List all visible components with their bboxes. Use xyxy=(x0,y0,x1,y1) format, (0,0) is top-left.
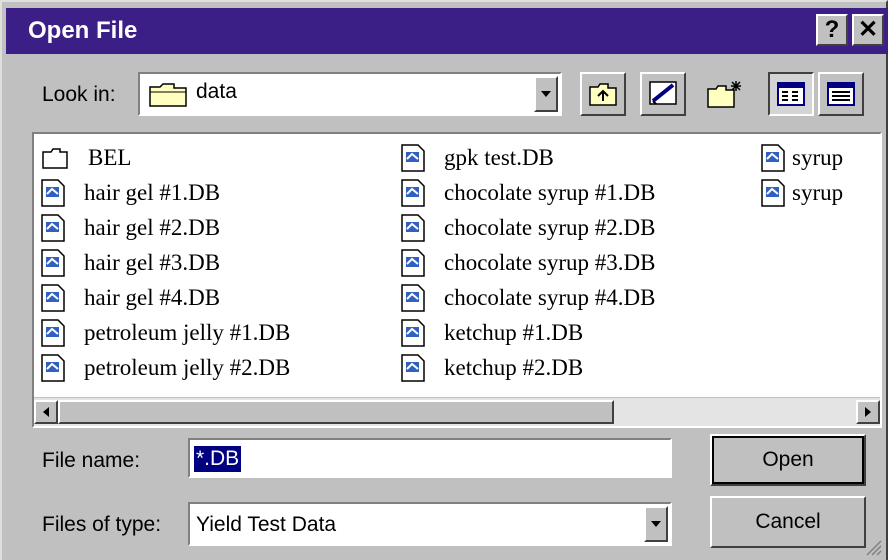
chevron-left-icon xyxy=(43,407,49,417)
database-file-icon xyxy=(41,213,65,242)
database-file-icon xyxy=(401,353,425,382)
file-item[interactable]: ketchup #1.DB xyxy=(400,315,655,350)
details-view-button[interactable] xyxy=(818,72,864,116)
details-view-icon xyxy=(827,82,855,106)
file-item[interactable]: syrup xyxy=(760,140,843,175)
file-name-value: *.DB xyxy=(194,446,242,472)
file-item[interactable]: syrup xyxy=(760,175,843,210)
file-name: chocolate syrup #2.DB xyxy=(444,214,656,240)
cancel-button-label: Cancel xyxy=(755,510,821,533)
up-one-level-icon xyxy=(589,83,617,106)
file-item[interactable]: gpk test.DB xyxy=(400,140,655,175)
list-view-button[interactable] xyxy=(768,72,814,116)
database-file-icon xyxy=(401,283,425,312)
file-type-dropdown[interactable]: Yield Test Data xyxy=(188,502,672,546)
file-name: syrup xyxy=(792,144,844,170)
look-in-value: data xyxy=(196,80,237,103)
file-name: chocolate syrup #4.DB xyxy=(444,284,656,310)
database-file-icon xyxy=(401,178,425,207)
scroll-right-button[interactable] xyxy=(856,400,880,424)
file-name: hair gel #3.DB xyxy=(84,249,221,275)
file-name: ketchup #2.DB xyxy=(444,354,584,380)
file-name: petroleum jelly #1.DB xyxy=(84,319,291,345)
resize-grip-icon[interactable] xyxy=(862,536,882,556)
file-name: chocolate syrup #3.DB xyxy=(444,249,656,275)
file-name: BEL xyxy=(88,144,132,170)
folder-item[interactable]: BEL xyxy=(40,140,290,175)
chevron-down-icon xyxy=(541,91,551,97)
file-item[interactable]: hair gel #1.DB xyxy=(40,175,290,210)
file-name: hair gel #1.DB xyxy=(84,179,221,205)
file-type-value: Yield Test Data xyxy=(196,513,337,536)
file-name: chocolate syrup #1.DB xyxy=(444,179,656,205)
files-of-type-label: Files of type: xyxy=(42,513,162,536)
file-name: syrup xyxy=(792,179,844,205)
chevron-down-icon xyxy=(651,521,661,527)
database-file-icon xyxy=(41,178,65,207)
scroll-left-button[interactable] xyxy=(34,400,58,424)
title-bar[interactable]: Open File ? ✕ xyxy=(6,8,888,54)
file-item[interactable]: petroleum jelly #1.DB xyxy=(40,315,290,350)
desktop-button[interactable] xyxy=(640,72,686,116)
open-file-dialog: Open File ? ✕ Look in: data BEL hair gel… xyxy=(0,0,888,560)
scroll-thumb[interactable] xyxy=(58,400,614,424)
horizontal-scrollbar[interactable] xyxy=(34,397,880,426)
look-in-dropdown[interactable]: data xyxy=(138,72,562,116)
close-button[interactable]: ✕ xyxy=(852,14,884,46)
new-folder-button[interactable] xyxy=(702,72,748,116)
file-item[interactable]: petroleum jelly #2.DB xyxy=(40,350,290,385)
database-file-icon xyxy=(401,248,425,277)
cancel-button[interactable]: Cancel xyxy=(710,496,866,548)
file-name: petroleum jelly #2.DB xyxy=(84,354,291,380)
chevron-right-icon xyxy=(865,407,871,417)
file-column-1: BEL hair gel #1.DB hair gel #2.DB hair g… xyxy=(40,140,290,385)
file-name: gpk test.DB xyxy=(444,144,554,170)
database-file-icon xyxy=(41,248,65,277)
file-name: hair gel #4.DB xyxy=(84,284,221,310)
file-item[interactable]: chocolate syrup #1.DB xyxy=(400,175,655,210)
database-file-icon xyxy=(41,283,65,312)
database-file-icon xyxy=(41,353,65,382)
database-file-icon xyxy=(401,318,425,347)
database-file-icon xyxy=(401,143,425,172)
file-item[interactable]: hair gel #4.DB xyxy=(40,280,290,315)
look-in-label: Look in: xyxy=(42,83,116,106)
file-column-2: gpk test.DB chocolate syrup #1.DB chocol… xyxy=(400,140,655,385)
new-folder-icon xyxy=(707,81,741,108)
database-file-icon xyxy=(761,178,785,207)
file-item[interactable]: hair gel #3.DB xyxy=(40,245,290,280)
file-name-label: File name: xyxy=(42,449,141,472)
file-name-input[interactable]: *.DB xyxy=(188,438,672,478)
dialog-title: Open File xyxy=(28,17,138,44)
file-list[interactable]: BEL hair gel #1.DB hair gel #2.DB hair g… xyxy=(32,132,882,428)
database-file-icon xyxy=(41,318,65,347)
open-button-label: Open xyxy=(762,448,814,471)
up-one-level-button[interactable] xyxy=(580,72,626,116)
file-name: hair gel #2.DB xyxy=(84,214,221,240)
file-item[interactable]: hair gel #2.DB xyxy=(40,210,290,245)
file-item[interactable]: chocolate syrup #4.DB xyxy=(400,280,655,315)
file-name: ketchup #1.DB xyxy=(444,319,584,345)
list-view-icon xyxy=(777,82,805,106)
look-in-arrow-button[interactable] xyxy=(534,76,558,112)
file-item[interactable]: chocolate syrup #3.DB xyxy=(400,245,655,280)
file-type-arrow-button[interactable] xyxy=(644,506,668,542)
file-item[interactable]: chocolate syrup #2.DB xyxy=(400,210,655,245)
desktop-icon xyxy=(649,81,677,105)
file-column-3: syrup syrup xyxy=(760,140,843,210)
file-item[interactable]: ketchup #2.DB xyxy=(400,350,655,385)
folder-icon xyxy=(42,147,68,169)
help-button[interactable]: ? xyxy=(816,14,848,46)
folder-icon xyxy=(149,83,187,107)
open-button[interactable]: Open xyxy=(710,434,866,486)
database-file-icon xyxy=(761,143,785,172)
database-file-icon xyxy=(401,213,425,242)
